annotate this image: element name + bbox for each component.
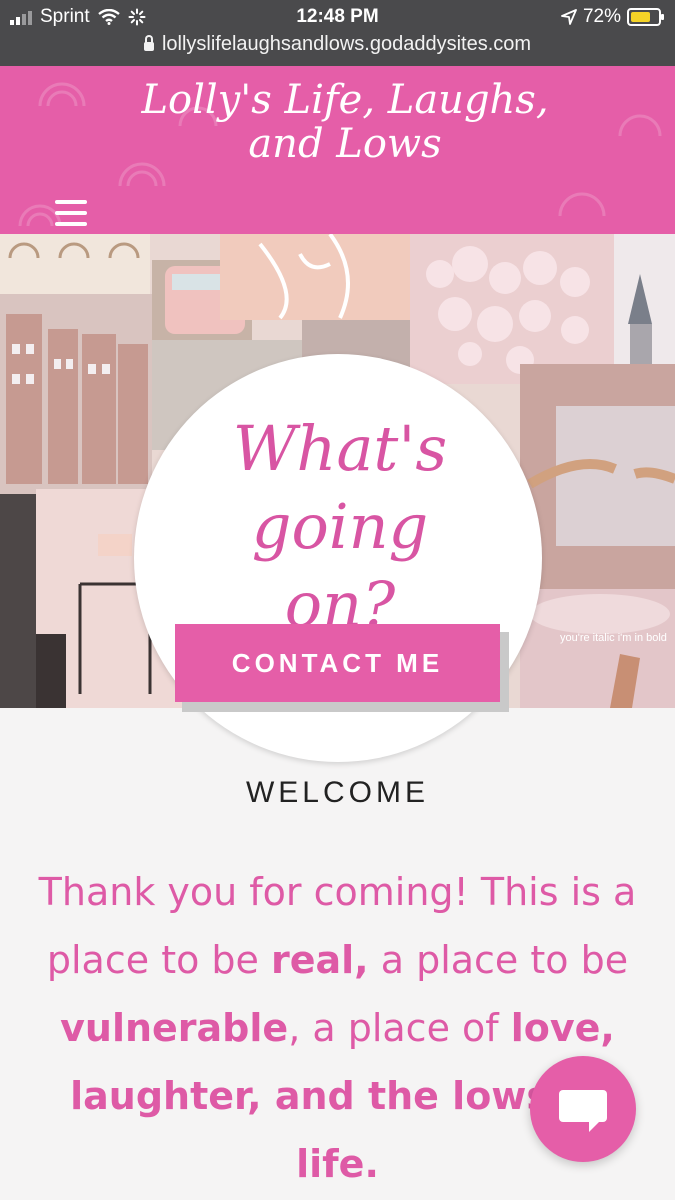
intro-bold-vulnerable: vulnerable: [60, 1006, 289, 1050]
site-title[interactable]: Lolly's Life, Laughs, and Lows: [120, 78, 570, 166]
chat-bubble-icon: [559, 1090, 607, 1132]
hero-heading: What's going on?: [190, 410, 490, 644]
hero-heading-line2: going on?: [251, 490, 429, 641]
welcome-heading: WELCOME: [245, 776, 429, 809]
location-arrow-icon: [561, 9, 577, 25]
site-title-line1: Lolly's Life, Laughs,: [141, 77, 549, 123]
intro-text-3: , a place of: [288, 1006, 511, 1050]
url-text: lollyslifelaughsandlows.godaddysites.com: [161, 33, 532, 55]
battery-icon: [627, 8, 664, 26]
battery-percent: 72%: [582, 6, 621, 27]
status-bar: Sprint 12:48 PM 72% lollyslifelaughsandl…: [0, 0, 675, 66]
lock-icon: [143, 35, 154, 51]
status-right: 72%: [561, 6, 664, 28]
site-title-line2: and Lows: [248, 121, 442, 167]
hamburger-menu-icon[interactable]: [55, 200, 87, 226]
collage-caption: you're italic i'm in bold: [560, 632, 667, 644]
contact-me-button[interactable]: CONTACT ME: [175, 624, 500, 702]
intro-text-2: a place to be: [368, 938, 629, 982]
address-bar[interactable]: lollyslifelaughsandlows.godaddysites.com: [0, 33, 675, 56]
intro-bold-real: real,: [271, 938, 369, 982]
chat-button[interactable]: [530, 1056, 636, 1162]
hero-heading-line1: What's: [232, 412, 448, 485]
